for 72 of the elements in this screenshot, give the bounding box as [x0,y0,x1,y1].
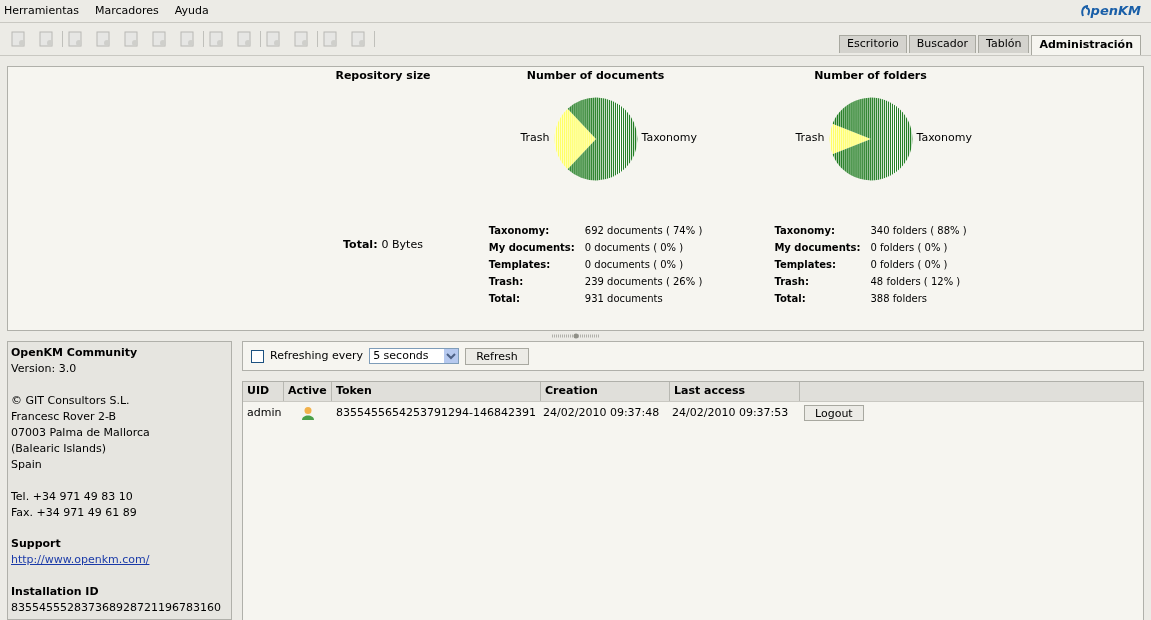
column-header[interactable]: UID [243,382,284,401]
stat-label: Taxonomy: [488,223,551,238]
table-cell-text: 24/02/2010 09:37:53 [671,404,790,421]
version-text: Version: 3.0 [11,361,78,377]
table-cell-text: admin [246,404,283,421]
stat-label: My documents: [488,240,575,255]
stat-label: Total: [488,291,522,306]
product-name: OpenKM Community [11,345,139,361]
stat-label: Trash: [774,274,810,289]
address-line: (Balearic Islands) [11,440,107,457]
tab[interactable]: Administración [1031,35,1141,55]
installation-title: Installation ID [11,584,100,600]
logo: penKM [1090,2,1141,21]
phone-line: Fax. +34 971 49 61 89 [11,504,138,521]
menu-item[interactable]: Ayuda [174,2,209,20]
stat-value: 0 folders ( 0% ) [870,257,949,272]
stat-label: Trash: [488,274,525,289]
stat-label: Taxonomy: [774,223,836,238]
column-header[interactable]: Token [332,382,541,401]
stat-value: 0 documents ( 0% ) [584,240,685,255]
support-link[interactable]: http://www.openkm.com/ [11,552,150,569]
stat-value: 0 documents ( 0% ) [584,257,685,272]
document-icon[interactable] [179,31,195,47]
pie-label: Trash [519,130,550,147]
stat-label: My documents: [774,240,861,255]
stat-label: Total: [774,291,807,306]
splitter-handle[interactable] [551,333,600,339]
table-cell-text: 8355455654253791294-146842391 [335,404,537,421]
interval-select[interactable]: 5 seconds [369,348,460,364]
menu-item[interactable]: Marcadores [94,2,159,20]
logout-button[interactable]: Logout [804,405,864,421]
tab[interactable]: Tablón [978,35,1030,53]
support-title: Support [11,536,62,553]
section-title: Repository size [335,68,431,84]
column-header[interactable]: Creation [541,382,670,401]
stat-label: Templates: [774,257,837,272]
address-line: Francesc Rover 2-B [11,408,118,425]
pie-label: Taxonomy [641,130,698,147]
stat-value: 340 folders ( 88% ) [870,223,967,238]
logo-icon [1080,5,1091,17]
table-cell-text: 24/02/2010 09:37:48 [542,404,661,421]
refresh-checkbox[interactable] [251,349,264,363]
address-line: Spain [11,456,43,473]
stat-value: 239 documents ( 26% ) [584,274,703,289]
stat-value: 692 documents ( 74% ) [584,223,703,238]
document-icon[interactable] [350,31,366,47]
stat-value: 0 folders ( 0% ) [870,240,949,255]
stat-value: 931 documents [584,291,664,306]
column-header[interactable]: Last access [670,382,800,401]
total-value: 0 Bytes [381,236,423,253]
document-icon[interactable] [265,31,281,47]
installation-id: 835545552837368928721196783160 [11,600,222,616]
tab[interactable]: Escritorio [839,35,907,53]
stat-value: 48 folders ( 12% ) [870,274,962,289]
address-line: © GIT Consultors S.L. [11,392,131,409]
dropdown-icon [444,349,459,363]
address-line: 07003 Palma de Mallorca [11,424,151,441]
pie-label: Trash [794,130,825,147]
tab[interactable]: Buscador [908,35,977,53]
menu-item[interactable]: Herramientas [4,2,79,20]
column-header[interactable]: Active [284,382,332,401]
stat-value: 388 folders [870,291,928,306]
pie-label: Taxonomy [916,130,973,147]
total-label: Total: [343,236,378,253]
refresh-button[interactable]: Refresh [465,347,529,365]
document-icon[interactable] [95,31,111,47]
chart-title: Number of documents [526,68,665,84]
phone-line: Tel. +34 971 49 83 10 [11,488,134,505]
refresh-label: Refreshing every [270,347,364,364]
chart-title: Number of folders [814,68,927,84]
stat-label: Templates: [488,257,552,272]
document-icon[interactable] [10,31,26,47]
